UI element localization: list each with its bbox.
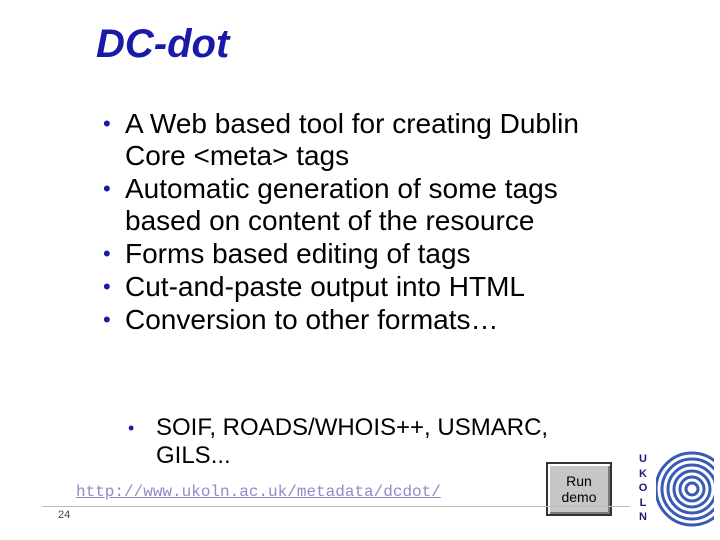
bullet-list: A Web based tool for creating Dublin Cor… (100, 108, 640, 337)
run-demo-label-line2: demo (561, 489, 597, 505)
logo-letter: K (639, 467, 647, 480)
bullet-item: Cut-and-paste output into HTML (100, 271, 640, 303)
dcdot-link[interactable]: http://www.ukoln.ac.uk/metadata/dcdot/ (76, 483, 441, 501)
slide: DC-dot A Web based tool for creating Dub… (0, 0, 720, 540)
logo-letter: N (639, 511, 647, 523)
bullet-item: Forms based editing of tags (100, 238, 640, 270)
logo-letter: U (639, 453, 647, 465)
footer-divider (42, 506, 630, 507)
bullet-item: A Web based tool for creating Dublin Cor… (100, 108, 640, 172)
bullet-item: Automatic generation of some tags based … (100, 173, 640, 237)
logo-letter: O (638, 482, 648, 494)
run-demo-button[interactable]: Run demo (546, 462, 612, 516)
slide-title: DC-dot (96, 22, 230, 66)
ukoln-logo-icon (652, 448, 714, 530)
run-demo-label-line1: Run (566, 473, 592, 489)
bullet-item: Conversion to other formats… (100, 304, 640, 336)
page-number: 24 (58, 509, 71, 521)
logo-letter: L (639, 496, 647, 509)
ukoln-logo-text: U K O L N (636, 452, 650, 525)
